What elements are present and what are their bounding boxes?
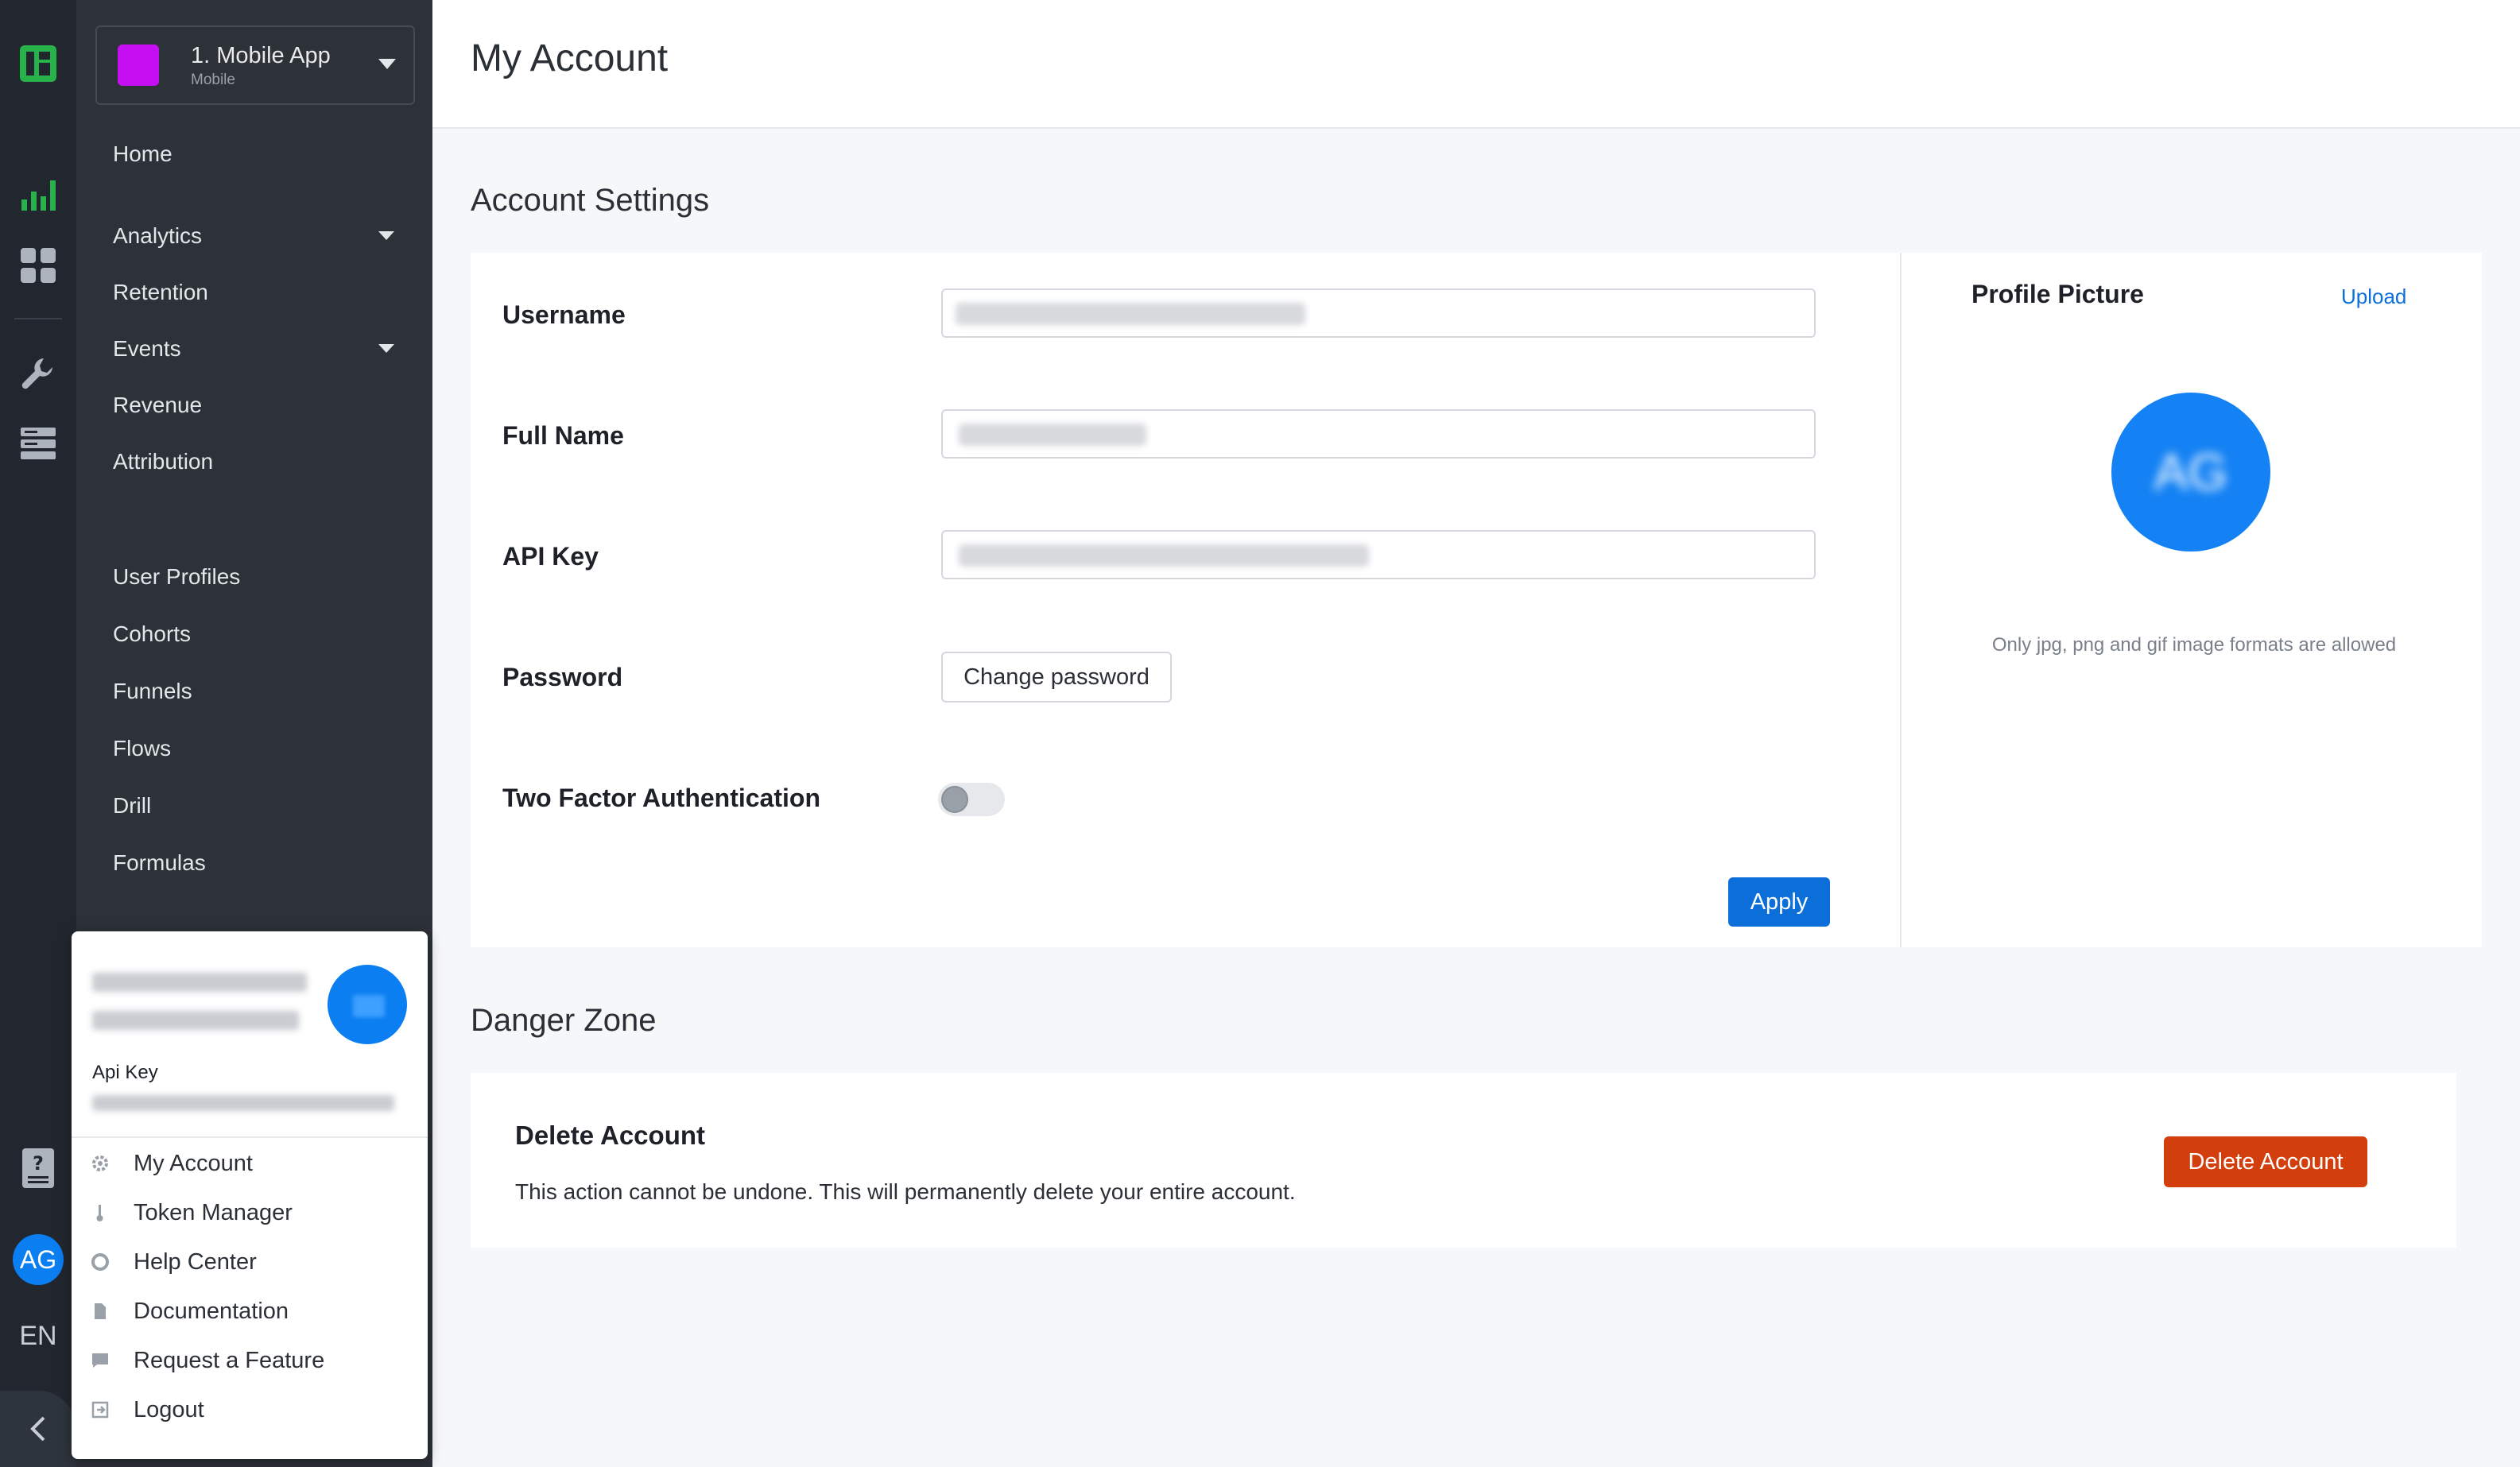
collapse-sidebar-button[interactable]: [0, 1391, 76, 1467]
caret-down-icon[interactable]: [378, 231, 394, 241]
wrench-icon[interactable]: [0, 350, 76, 397]
upload-link[interactable]: Upload: [2341, 284, 2406, 309]
sidebar-item-retention[interactable]: Retention: [113, 280, 208, 305]
app-name: 1. Mobile App: [191, 43, 331, 68]
full-name-label: Full Name: [502, 421, 624, 450]
redacted-api-key: [92, 1095, 394, 1111]
profile-picture-hint: Only jpg, png and gif image formats are …: [1991, 634, 2397, 656]
sidebar-item-home[interactable]: Home: [113, 141, 173, 167]
username-label: Username: [502, 300, 626, 329]
menu-item-documentation[interactable]: Documentation: [134, 1299, 289, 1325]
api-key-label: API Key: [502, 542, 599, 571]
menu-item-my-account[interactable]: My Account: [134, 1151, 253, 1177]
delete-account-title: Delete Account: [515, 1121, 705, 1150]
user-menu-avatar: [328, 965, 407, 1044]
full-name-field[interactable]: [941, 409, 1816, 459]
account-settings-title: Account Settings: [471, 183, 710, 218]
avatar-initials: AG: [2154, 443, 2228, 501]
gear-icon: [91, 1154, 110, 1173]
username-field[interactable]: [941, 288, 1816, 338]
svg-text:?: ?: [33, 1152, 44, 1175]
page-header: My Account: [432, 0, 2520, 129]
redacted-user-name: [92, 973, 307, 992]
help-book-icon[interactable]: ?: [0, 1144, 76, 1192]
sidebar-item-funnels[interactable]: Funnels: [113, 679, 192, 704]
change-password-button[interactable]: Change password: [941, 652, 1172, 703]
server-icon[interactable]: [0, 421, 76, 466]
account-settings-card: [471, 253, 2482, 947]
chat-icon: [91, 1351, 110, 1370]
danger-zone-card: [471, 1073, 2456, 1248]
two-factor-label: Two Factor Authentication: [502, 784, 820, 812]
sidebar-item-revenue[interactable]: Revenue: [113, 393, 202, 418]
redacted-value: [959, 424, 1146, 446]
sidebar-item-formulas[interactable]: Formulas: [113, 850, 206, 876]
delete-account-button[interactable]: Delete Account: [2164, 1136, 2367, 1187]
app-platform: Mobile: [191, 72, 235, 88]
rail-divider: [14, 318, 62, 319]
toggle-knob: [941, 786, 968, 813]
sidebar-item-attribution[interactable]: Attribution: [113, 449, 213, 474]
dashboard-grid-icon[interactable]: [0, 243, 76, 288]
menu-item-token-manager[interactable]: Token Manager: [134, 1200, 293, 1226]
sidebar-item-flows[interactable]: Flows: [113, 736, 171, 761]
analytics-chart-icon[interactable]: [0, 175, 76, 215]
redacted-user-email: [92, 1011, 299, 1030]
sidebar-item-cohorts[interactable]: Cohorts: [113, 621, 191, 647]
app-selector[interactable]: 1. Mobile App Mobile: [95, 25, 415, 105]
redacted-value: [956, 303, 1305, 325]
api-key-label: Api Key: [92, 1062, 158, 1083]
page-title: My Account: [471, 37, 669, 79]
app-color-swatch: [118, 45, 159, 86]
menu-item-request-feature[interactable]: Request a Feature: [134, 1348, 324, 1374]
redacted-value: [959, 544, 1369, 567]
key-icon: [91, 1203, 110, 1222]
icon-rail: ? AG EN: [0, 0, 76, 1467]
danger-zone-title: Danger Zone: [471, 1003, 657, 1038]
app-logo-icon[interactable]: [0, 40, 76, 87]
document-icon: [91, 1302, 110, 1321]
sidebar-item-events[interactable]: Events: [113, 336, 181, 362]
card-divider: [1900, 253, 1902, 947]
apply-button[interactable]: Apply: [1728, 877, 1830, 927]
api-key-field[interactable]: [941, 530, 1816, 579]
sidebar-item-drill[interactable]: Drill: [113, 793, 151, 819]
profile-avatar: AG: [2111, 393, 2270, 552]
lifebuoy-icon: [91, 1252, 110, 1272]
two-factor-toggle[interactable]: [938, 783, 1005, 816]
menu-divider: [72, 1136, 428, 1138]
user-avatar-button[interactable]: AG: [13, 1234, 64, 1285]
logout-icon: [91, 1400, 110, 1419]
menu-item-help-center[interactable]: Help Center: [134, 1249, 257, 1275]
caret-down-icon[interactable]: [378, 344, 394, 354]
language-switcher[interactable]: EN: [0, 1321, 76, 1352]
menu-item-logout[interactable]: Logout: [134, 1397, 204, 1423]
caret-down-icon: [378, 59, 396, 69]
user-menu-popup: Api Key My Account Token Manager Help Ce…: [72, 931, 428, 1459]
sidebar-item-user-profiles[interactable]: User Profiles: [113, 564, 240, 590]
sidebar-item-analytics[interactable]: Analytics: [113, 223, 202, 249]
password-label: Password: [502, 663, 623, 691]
delete-account-description: This action cannot be undone. This will …: [515, 1179, 1296, 1204]
profile-picture-title: Profile Picture: [1971, 280, 2144, 308]
chevron-left-icon: [30, 1416, 45, 1442]
